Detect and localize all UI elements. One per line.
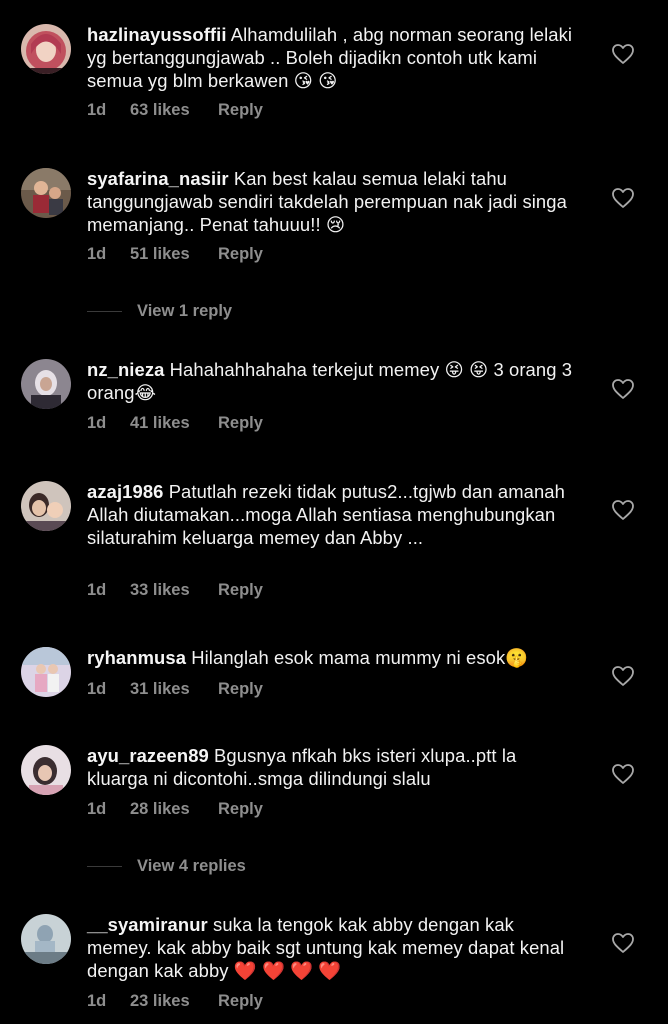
comments-list: hazlinayussoffii Alhamdulilah , abg norm… [0, 0, 668, 1024]
reply-button[interactable]: Reply [218, 245, 263, 264]
reply-button[interactable]: Reply [218, 101, 263, 120]
heart-outline-icon[interactable] [611, 187, 635, 209]
heart-outline-icon[interactable] [611, 43, 635, 65]
comment-time: 1d [87, 800, 107, 818]
avatar[interactable] [21, 481, 71, 531]
comment-content: azaj1986 Patutlah rezeki tidak putus2...… [87, 481, 577, 599]
comment-text: syafarina_nasiir Kan best kalau semua le… [87, 168, 577, 236]
comment-meta: 1d 51 likes Reply [87, 245, 263, 264]
comment-likes[interactable]: 31 likes [130, 680, 218, 699]
comment-content: ayu_razeen89 Bgusnya nfkah bks isteri xl… [87, 745, 577, 818]
avatar[interactable] [21, 914, 71, 964]
comment-meta: 1d 23 likes Reply [87, 992, 263, 1011]
comment-text: __syamiranur suka la tengok kak abby den… [87, 914, 577, 982]
comment-content: __syamiranur suka la tengok kak abby den… [87, 914, 577, 1010]
comment-content: nz_nieza Hahahahhahaha terkejut memey 😝 … [87, 359, 577, 432]
view-replies-label[interactable]: View 4 replies [137, 857, 246, 876]
avatar[interactable] [21, 647, 71, 697]
reply-button[interactable]: Reply [218, 992, 263, 1011]
comment-content: hazlinayussoffii Alhamdulilah , abg norm… [87, 24, 577, 119]
comment-time: 1d [87, 992, 107, 1010]
comment-likes[interactable]: 33 likes [130, 581, 218, 600]
comment-content: ryhanmusa Hilanglah esok mama mummy ni e… [87, 647, 577, 698]
replies-divider [87, 866, 122, 867]
comment-username[interactable]: ryhanmusa [87, 647, 186, 668]
heart-outline-icon[interactable] [611, 378, 635, 400]
replies-divider [87, 311, 122, 312]
heart-outline-icon[interactable] [611, 665, 635, 687]
avatar[interactable] [21, 24, 71, 74]
view-replies-label[interactable]: View 1 reply [137, 302, 232, 321]
heart-outline-icon[interactable] [611, 499, 635, 521]
comment-likes[interactable]: 63 likes [130, 101, 218, 120]
comment-time: 1d [87, 101, 107, 119]
avatar[interactable] [21, 359, 71, 409]
reply-button[interactable]: Reply [218, 581, 263, 600]
reply-button[interactable]: Reply [218, 414, 263, 433]
comment-body: Hilanglah esok mama mummy ni esok🤫 [186, 647, 529, 668]
comment-username[interactable]: nz_nieza [87, 359, 164, 380]
comment-time: 1d [87, 680, 107, 698]
comment-likes[interactable]: 23 likes [130, 992, 218, 1011]
comment-meta: 1d 28 likes Reply [87, 800, 263, 819]
comment-meta: 1d 33 likes Reply [87, 581, 263, 600]
heart-outline-icon[interactable] [611, 763, 635, 785]
avatar[interactable] [21, 745, 71, 795]
comment-username[interactable]: azaj1986 [87, 481, 163, 502]
comment-text: azaj1986 Patutlah rezeki tidak putus2...… [87, 481, 577, 549]
comment-meta: 1d 41 likes Reply [87, 414, 263, 433]
comment-username[interactable]: hazlinayussoffii [87, 24, 227, 45]
comment-text: nz_nieza Hahahahhahaha terkejut memey 😝 … [87, 359, 577, 405]
comment-username[interactable]: ayu_razeen89 [87, 745, 209, 766]
comment-likes[interactable]: 51 likes [130, 245, 218, 264]
comment-username[interactable]: __syamiranur [87, 914, 208, 935]
comment-time: 1d [87, 245, 107, 263]
reply-button[interactable]: Reply [218, 800, 263, 819]
reply-button[interactable]: Reply [218, 680, 263, 699]
avatar[interactable] [21, 168, 71, 218]
comment-text: ryhanmusa Hilanglah esok mama mummy ni e… [87, 647, 577, 670]
comment-username[interactable]: syafarina_nasiir [87, 168, 229, 189]
comment-text: hazlinayussoffii Alhamdulilah , abg norm… [87, 24, 577, 92]
comment-text: ayu_razeen89 Bgusnya nfkah bks isteri xl… [87, 745, 577, 791]
comment-time: 1d [87, 414, 107, 432]
comment-time: 1d [87, 581, 107, 599]
comment-meta: 1d 31 likes Reply [87, 680, 263, 699]
comment-likes[interactable]: 41 likes [130, 414, 218, 433]
comment-content: syafarina_nasiir Kan best kalau semua le… [87, 168, 577, 263]
heart-outline-icon[interactable] [611, 932, 635, 954]
comment-meta: 1d 63 likes Reply [87, 101, 263, 120]
comment-likes[interactable]: 28 likes [130, 800, 218, 819]
